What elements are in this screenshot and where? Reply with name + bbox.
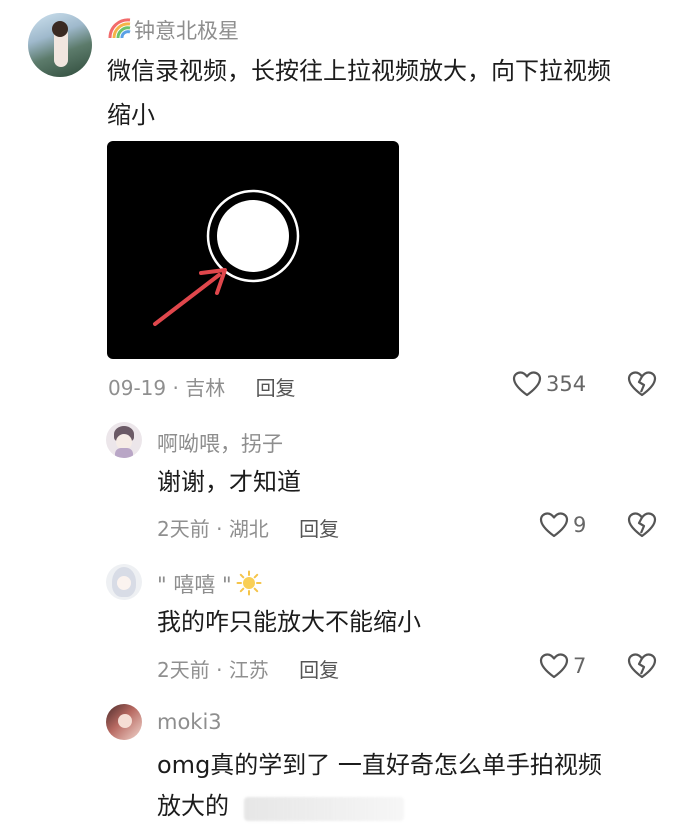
avatar[interactable] bbox=[28, 13, 92, 77]
comment-date: 2天前 bbox=[157, 517, 210, 541]
attached-image[interactable] bbox=[107, 141, 399, 359]
heart-icon bbox=[539, 653, 569, 679]
comment-location: 吉林 bbox=[185, 376, 226, 400]
comment-meta: 2天前 · 湖北 回复 bbox=[157, 513, 339, 542]
avatar[interactable] bbox=[106, 564, 142, 600]
broken-heart-icon[interactable] bbox=[627, 370, 657, 398]
sun-icon bbox=[236, 570, 262, 596]
comment-text: 谢谢，才知道 bbox=[157, 468, 301, 496]
reply-button[interactable]: 回复 bbox=[299, 658, 339, 682]
rainbow-icon bbox=[108, 16, 132, 40]
comment-location: 湖北 bbox=[228, 517, 269, 541]
like-button[interactable]: 7 bbox=[539, 652, 586, 680]
comment-text: 缩小 bbox=[107, 101, 155, 129]
avatar[interactable] bbox=[106, 422, 142, 458]
comment-text: 我的咋只能放大不能缩小 bbox=[157, 608, 421, 636]
separator: · bbox=[172, 376, 186, 400]
like-count: 7 bbox=[573, 654, 587, 678]
separator: · bbox=[216, 658, 229, 682]
reply-button[interactable]: 回复 bbox=[256, 376, 296, 400]
comment-location: 江苏 bbox=[228, 658, 269, 682]
comment-date: 2天前 bbox=[157, 658, 210, 682]
username[interactable]: " 嘻嘻 " bbox=[157, 569, 232, 599]
heart-icon bbox=[512, 371, 542, 397]
comment-date: 09-19 bbox=[108, 376, 167, 400]
avatar[interactable] bbox=[106, 704, 142, 740]
reply-button[interactable]: 回复 bbox=[299, 517, 339, 541]
comment-meta: 09-19 · 吉林 回复 bbox=[108, 372, 296, 401]
comment-text: 微信录视频，长按往上拉视频放大，向下拉视频 bbox=[107, 57, 611, 85]
watermark bbox=[244, 797, 404, 821]
record-button-illustration bbox=[153, 189, 300, 326]
like-button[interactable]: 354 bbox=[512, 370, 586, 398]
comment-text: omg真的学到了 一直好奇怎么单手拍视频 bbox=[157, 751, 602, 779]
username[interactable]: 钟意北极星 bbox=[134, 15, 239, 45]
like-count: 354 bbox=[546, 372, 587, 396]
broken-heart-icon[interactable] bbox=[627, 511, 657, 539]
like-button[interactable]: 9 bbox=[539, 511, 586, 539]
like-count: 9 bbox=[573, 513, 587, 537]
username[interactable]: moki3 bbox=[157, 710, 222, 734]
broken-heart-icon[interactable] bbox=[627, 652, 657, 680]
username[interactable]: 啊呦喂，拐子 bbox=[157, 428, 283, 458]
comment-text: 放大的 bbox=[157, 792, 229, 820]
separator: · bbox=[216, 517, 229, 541]
comment-meta: 2天前 · 江苏 回复 bbox=[157, 654, 339, 683]
heart-icon bbox=[539, 512, 569, 538]
